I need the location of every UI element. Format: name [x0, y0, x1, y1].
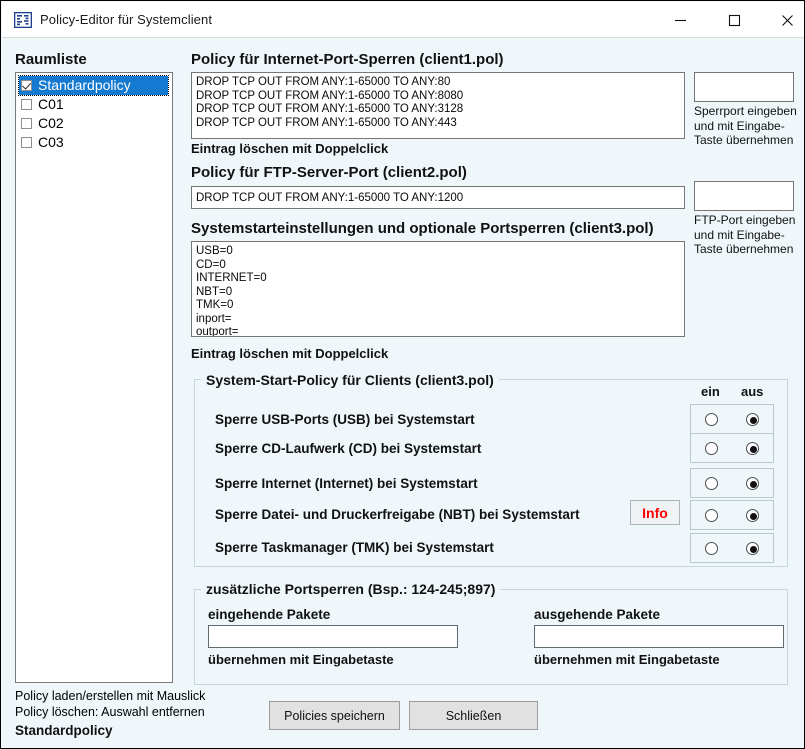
save-policies-button[interactable]: Policies speichern — [269, 701, 400, 730]
section-title-ftp: Policy für FTP-Server-Port (client2.pol) — [191, 164, 467, 181]
list-item-label: C01 — [38, 96, 64, 112]
policy-row-label-nbt: Sperre Datei- und Druckerfreigabe (NBT) … — [215, 507, 580, 522]
checkbox-icon[interactable] — [21, 118, 32, 129]
list-item[interactable]: Standardpolicy — [18, 75, 169, 96]
radio-group-usb[interactable] — [690, 404, 774, 434]
sperrport-label: Sperrport eingeben und mit Eingabe-Taste… — [694, 104, 797, 147]
radio-group-nbt[interactable] — [690, 500, 774, 530]
outgoing-packets-note: übernehmen mit Eingabetaste — [534, 652, 720, 667]
internet-policy-note: Eintrag löschen mit Doppelclick — [191, 141, 389, 156]
list-item[interactable]: C01 — [16, 95, 172, 114]
outgoing-packets-input[interactable] — [534, 625, 784, 648]
incoming-packets-note: übernehmen mit Eingabetaste — [208, 652, 394, 667]
status-bar-policy-name: Standardpolicy — [15, 723, 113, 738]
policy-editor-icon — [13, 11, 33, 29]
column-header-ein: ein — [701, 384, 720, 399]
column-header-aus: aus — [741, 384, 764, 399]
checkbox-icon[interactable] — [21, 80, 32, 91]
radio-cd-ein[interactable] — [705, 442, 718, 455]
radio-internet-aus[interactable] — [746, 477, 759, 490]
radio-tmk-aus[interactable] — [746, 542, 759, 555]
sperrport-input[interactable] — [694, 72, 794, 102]
checkbox-icon[interactable] — [21, 137, 32, 148]
radio-nbt-ein[interactable] — [705, 509, 718, 522]
radio-cd-aus[interactable] — [746, 442, 759, 455]
checkbox-icon[interactable] — [21, 99, 32, 110]
policy-row-label-usb: Sperre USB-Ports (USB) bei Systemstart — [215, 412, 475, 427]
info-button[interactable]: Info — [630, 500, 680, 525]
room-list[interactable]: Standardpolicy C01 C02 C03 — [15, 72, 173, 683]
radio-usb-aus[interactable] — [746, 413, 759, 426]
internet-policy-textarea[interactable]: DROP TCP OUT FROM ANY:1-65000 TO ANY:80 … — [191, 72, 685, 139]
radio-internet-ein[interactable] — [705, 477, 718, 490]
ftp-port-label: FTP-Port eingeben und mit Eingabe-Taste … — [694, 213, 796, 256]
radio-group-internet[interactable] — [690, 468, 774, 498]
sidebar-hint-load: Policy laden/erstellen mit Mauslick — [15, 689, 206, 703]
sidebar-hint-delete: Policy löschen: Auswahl entfernen — [15, 705, 205, 719]
policy-editor-window: Policy-Editor für Systemclient Raumliste… — [0, 0, 805, 749]
window-title: Policy-Editor für Systemclient — [40, 12, 213, 27]
title-bar: Policy-Editor für Systemclient — [2, 2, 804, 38]
list-item[interactable]: C02 — [16, 114, 172, 133]
section-title-internet: Policy für Internet-Port-Sperren (client… — [191, 51, 504, 68]
radio-tmk-ein[interactable] — [705, 542, 718, 555]
incoming-packets-label: eingehende Pakete — [208, 607, 331, 622]
list-item-label: Standardpolicy — [38, 77, 131, 93]
radio-group-tmk[interactable] — [690, 533, 774, 563]
section-title-startup: Systemstarteinstellungen und optionale P… — [191, 220, 654, 237]
close-icon[interactable] — [764, 3, 804, 37]
policy-row-label-internet: Sperre Internet (Internet) bei Systemsta… — [215, 476, 478, 491]
outgoing-packets-label: ausgehende Pakete — [534, 607, 661, 622]
close-button[interactable]: Schließen — [409, 701, 538, 730]
list-item-label: C03 — [38, 134, 64, 150]
minimize-icon[interactable] — [657, 3, 703, 37]
incoming-packets-input[interactable] — [208, 625, 458, 648]
list-item-label: C02 — [38, 115, 64, 131]
policy-row-label-cd: Sperre CD-Laufwerk (CD) bei Systemstart — [215, 441, 482, 456]
startup-settings-textarea[interactable]: USB=0 CD=0 INTERNET=0 NBT=0 TMK=0 inport… — [191, 241, 685, 337]
radio-usb-ein[interactable] — [705, 413, 718, 426]
ftp-policy-textarea[interactable]: DROP TCP OUT FROM ANY:1-65000 TO ANY:120… — [191, 186, 685, 209]
policy-row-label-tmk: Sperre Taskmanager (TMK) bei Systemstart — [215, 540, 494, 555]
radio-group-cd[interactable] — [690, 433, 774, 463]
additional-ports-legend: zusätzliche Portsperren (Bsp.: 124-245;8… — [201, 581, 501, 597]
radio-nbt-aus[interactable] — [746, 509, 759, 522]
system-start-policy-legend: System-Start-Policy für Clients (client3… — [201, 372, 499, 388]
startup-settings-note: Eintrag löschen mit Doppelclick — [191, 346, 389, 361]
sidebar-title: Raumliste — [15, 51, 87, 68]
list-item[interactable]: C03 — [16, 133, 172, 152]
maximize-icon[interactable] — [711, 3, 757, 37]
ftp-port-input[interactable] — [694, 181, 794, 211]
